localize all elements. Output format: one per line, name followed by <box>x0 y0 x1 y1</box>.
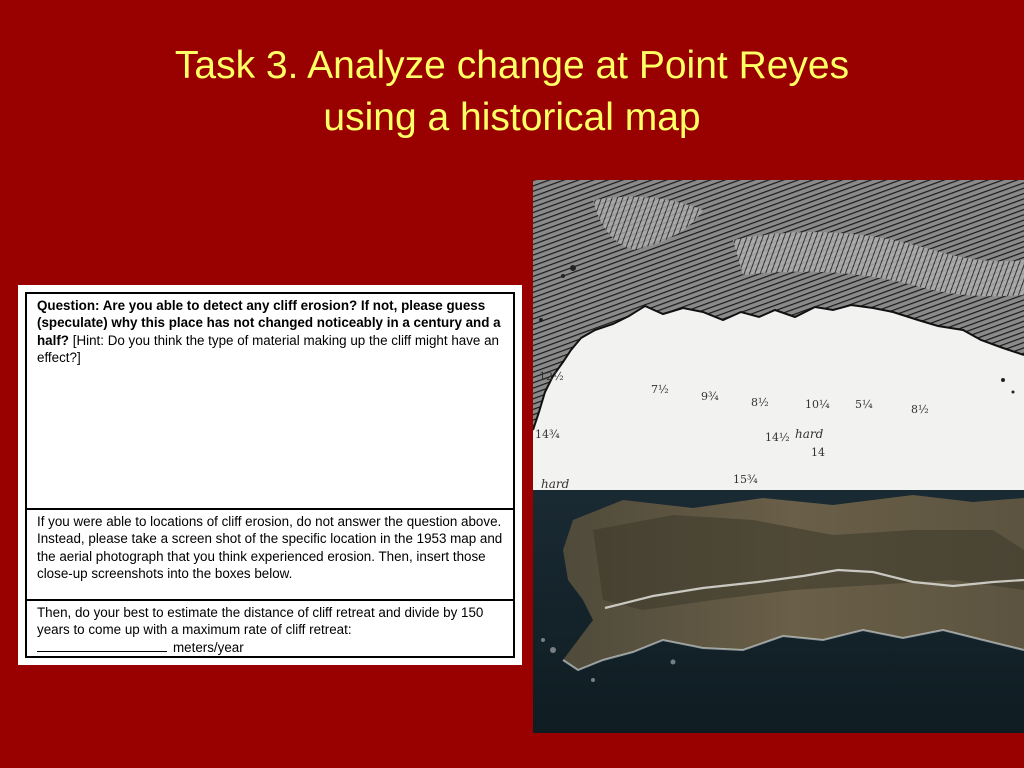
retreat-rate-cell[interactable]: Then, do your best to estimate the dista… <box>27 601 513 656</box>
answer-blank[interactable] <box>37 640 167 652</box>
worksheet: Question: Are you able to detect any cli… <box>18 285 522 665</box>
sounding: 10¼ <box>805 398 830 411</box>
sounding: 8½ <box>751 396 769 409</box>
screenshot-instructions-cell[interactable]: If you were able to locations of cliff e… <box>27 510 513 601</box>
slide-title: Task 3. Analyze change at Point Reyes us… <box>0 40 1024 144</box>
sounding: 14¾ <box>535 428 560 441</box>
screenshot-instructions-text: If you were able to locations of cliff e… <box>37 514 503 581</box>
sounding: 12½ <box>539 370 564 383</box>
historical-map-drawing: 12½ 7½ 9¾ 8½ 10¼ 5¼ 8½ 14¾ 14½ 14 15¾ ha… <box>533 180 1024 490</box>
worksheet-frame: Question: Are you able to detect any cli… <box>25 292 515 658</box>
units-label: meters/year <box>173 639 244 655</box>
aerial-photo-image <box>533 490 1024 733</box>
sounding: 9¾ <box>701 390 719 403</box>
sounding: 14 <box>811 446 825 459</box>
title-line-2: using a historical map <box>323 96 701 139</box>
question-cell[interactable]: Question: Are you able to detect any cli… <box>27 294 513 510</box>
sounding: 15¾ <box>733 473 758 486</box>
historical-map-image: 12½ 7½ 9¾ 8½ 10¼ 5¼ 8½ 14¾ 14½ 14 15¾ ha… <box>533 180 1024 490</box>
aerial-photo-drawing <box>533 490 1024 733</box>
bottom-label: hard <box>795 427 824 441</box>
sounding: 8½ <box>911 403 929 416</box>
question-hint: [Hint: Do you think the type of material… <box>37 332 499 365</box>
sounding: 7½ <box>651 383 669 396</box>
title-line-1: Task 3. Analyze change at Point Reyes <box>174 44 850 87</box>
retreat-rate-text: Then, do your best to estimate the dista… <box>37 605 484 638</box>
bottom-label: hard <box>541 477 570 490</box>
sounding: 14½ <box>765 431 790 444</box>
sounding: 5¼ <box>855 398 873 411</box>
